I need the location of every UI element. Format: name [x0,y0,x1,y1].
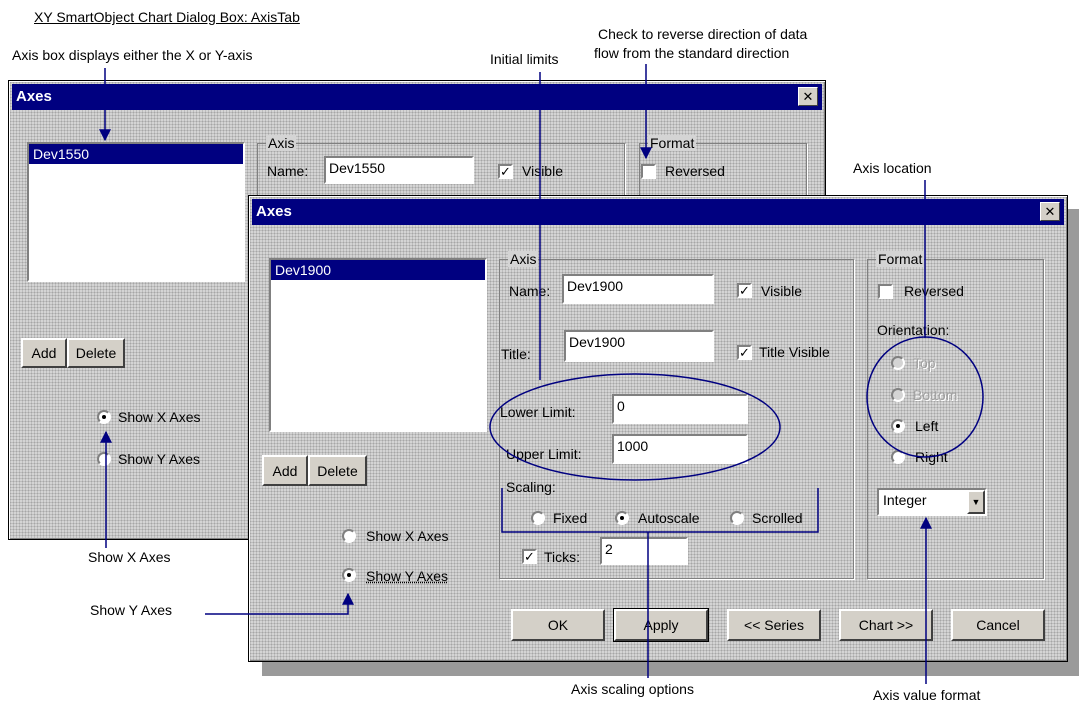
front-scaling-scrolled-label: Scrolled [752,510,803,526]
front-lower-limit-label: Lower Limit: [500,404,576,420]
annotation-show-x: Show X Axes [88,549,171,565]
back-name-label: Name: [267,163,309,179]
front-format-group-title: Format [876,251,925,267]
front-add-button[interactable]: Add [262,455,308,486]
back-axis-group-title: Axis [266,135,297,151]
front-delete-button[interactable]: Delete [308,455,367,486]
chevron-down-icon[interactable]: ▼ [967,490,985,514]
front-orientation-right-radio[interactable] [891,450,905,464]
back-axis-listbox[interactable]: Dev1550 [27,142,245,282]
front-axis-listbox[interactable]: Dev1900 [269,258,487,432]
front-close-button[interactable]: ✕ [1040,202,1060,221]
front-name-input[interactable]: Dev1900 [562,274,714,304]
front-title-label: Title: [501,346,531,362]
front-show-y-label: Show Y Axes [366,568,448,584]
front-scaling-fixed-radio[interactable] [531,511,545,525]
front-title-bar: Axes ✕ [252,199,1064,225]
front-orientation-bottom-label: Bottom [913,387,958,403]
front-scaling-fixed-label: Fixed [553,510,588,526]
back-reversed-label: Reversed [665,163,725,179]
back-name-input[interactable]: Dev1550 [324,156,474,184]
annotation-show-y: Show Y Axes [90,602,172,618]
front-visible-label: Visible [761,283,802,299]
front-upper-limit-input[interactable]: 1000 [612,434,748,464]
annotation-axis-location: Axis location [853,160,932,176]
back-visible-label: Visible [522,163,563,179]
front-scaling-scrolled-radio[interactable] [730,511,744,525]
front-name-label: Name: [509,283,551,299]
front-ticks-checkbox[interactable]: ✓ [522,549,537,564]
front-show-x-radio[interactable] [342,529,356,543]
cancel-button[interactable]: Cancel [951,609,1045,641]
apply-button[interactable]: Apply [613,608,709,642]
annotation-scaling-options: Axis scaling options [571,681,694,697]
front-scaling-label: Scaling: [506,479,556,495]
front-orientation-right-label: Right [915,449,948,465]
front-scaling-autoscale-radio[interactable] [615,511,629,525]
front-format-select[interactable]: Integer ▼ [877,488,987,516]
front-show-x-label: Show X Axes [366,528,449,544]
front-reversed-label: Reversed [904,283,964,299]
annotation-initial-limits: Initial limits [490,51,559,67]
front-ticks-label: Ticks: [544,549,581,565]
front-orientation-top-radio[interactable] [891,356,905,370]
front-orientation-left-label: Left [915,418,939,434]
front-title-visible-checkbox[interactable]: ✓ [737,345,752,360]
figure-caption: XY SmartObject Chart Dialog Box: AxisTab [34,9,300,25]
ok-button[interactable]: OK [511,609,605,641]
back-close-button[interactable]: ✕ [798,87,818,106]
back-reversed-checkbox[interactable] [641,164,656,179]
front-dialog-title: Axes [256,203,292,220]
back-visible-checkbox[interactable]: ✓ [498,164,513,179]
front-upper-limit-label: Upper Limit: [506,446,582,462]
annotation-reverse-line1: Check to reverse direction of data [598,26,808,42]
front-lower-limit-input[interactable]: 0 [612,394,748,424]
front-show-y-radio[interactable] [342,568,356,582]
front-ticks-input[interactable]: 2 [600,537,688,565]
back-axis-list-item[interactable]: Dev1550 [29,144,243,164]
front-axes-dialog: Axes ✕ Dev1900 Add Delete Show X Axes Sh… [248,195,1068,662]
front-format-select-value: Integer [883,492,927,508]
back-show-x-radio[interactable] [97,410,111,424]
front-orientation-label: Orientation: [877,322,950,338]
annotation-value-format: Axis value format [873,687,981,703]
front-axis-list-item[interactable]: Dev1900 [271,260,485,280]
front-orientation-top-label: Top [913,355,936,371]
annotation-axis-box: Axis box displays either the X or Y-axis [12,47,253,63]
back-show-x-label: Show X Axes [118,409,201,425]
front-title-visible-label: Title Visible [759,344,830,360]
back-dialog-title: Axes [16,88,52,105]
back-show-y-radio[interactable] [97,452,111,466]
back-format-group-title: Format [648,135,697,151]
back-title-bar: Axes ✕ [12,84,822,110]
front-title-input[interactable]: Dev1900 [564,330,714,362]
chart-button[interactable]: Chart >> [839,609,933,641]
annotation-reverse-line2: flow from the standard direction [594,45,790,61]
back-delete-button[interactable]: Delete [67,338,125,368]
series-button[interactable]: << Series [727,609,821,641]
front-reversed-checkbox[interactable] [878,284,893,299]
back-show-y-label: Show Y Axes [118,451,200,467]
front-scaling-autoscale-label: Autoscale [638,510,700,526]
back-add-button[interactable]: Add [21,338,67,368]
front-orientation-left-radio[interactable] [891,419,905,433]
front-visible-checkbox[interactable]: ✓ [737,283,752,298]
front-orientation-bottom-radio[interactable] [891,388,905,402]
front-axis-group-title: Axis [508,251,539,267]
